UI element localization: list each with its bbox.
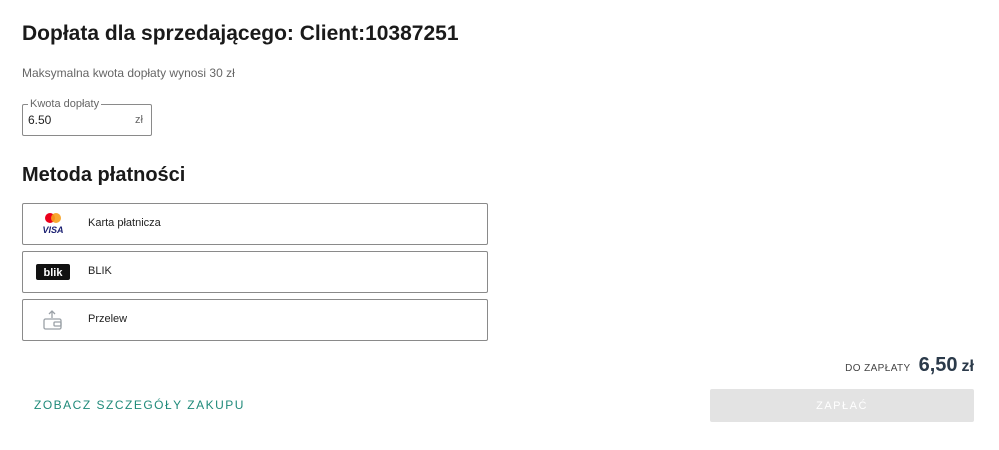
total-value: 6,50	[918, 354, 958, 376]
payment-method-label: Przelew	[88, 313, 128, 325]
blik-icon: blik	[33, 260, 73, 284]
payment-method-label: Karta płatnicza	[88, 217, 161, 229]
svg-text:blik: blik	[44, 267, 64, 279]
amount-field[interactable]: Kwota dopłaty zł	[22, 97, 152, 136]
payment-method-label: BLIK	[88, 265, 112, 277]
payment-method-blik[interactable]: blik BLIK	[22, 251, 488, 293]
purchase-details-link[interactable]: ZOBACZ SZCZEGÓŁY ZAKUPU	[34, 398, 245, 412]
payment-method-title: Metoda płatności	[22, 164, 186, 186]
payment-method-card[interactable]: VISA Karta płatnicza	[22, 203, 488, 245]
mastercard-visa-icon: VISA	[33, 212, 73, 236]
bank-transfer-icon	[33, 308, 73, 332]
total-amount: 6,50 zł	[919, 354, 974, 377]
payment-method-transfer[interactable]: Przelew	[22, 299, 488, 341]
total-label: DO ZAPŁATY	[845, 363, 911, 374]
amount-unit: zł	[135, 114, 143, 126]
amount-input[interactable]	[28, 105, 123, 135]
page-title: Dopłata dla sprzedającego: Client:103872…	[22, 22, 459, 45]
svg-text:VISA: VISA	[42, 225, 63, 235]
total-currency: zł	[961, 358, 974, 375]
pay-button[interactable]: ZAPŁAĆ	[710, 389, 974, 422]
max-amount-info: Maksymalna kwota dopłaty wynosi 30 zł	[22, 66, 235, 80]
total-summary: DO ZAPŁATY 6,50 zł	[845, 354, 974, 377]
